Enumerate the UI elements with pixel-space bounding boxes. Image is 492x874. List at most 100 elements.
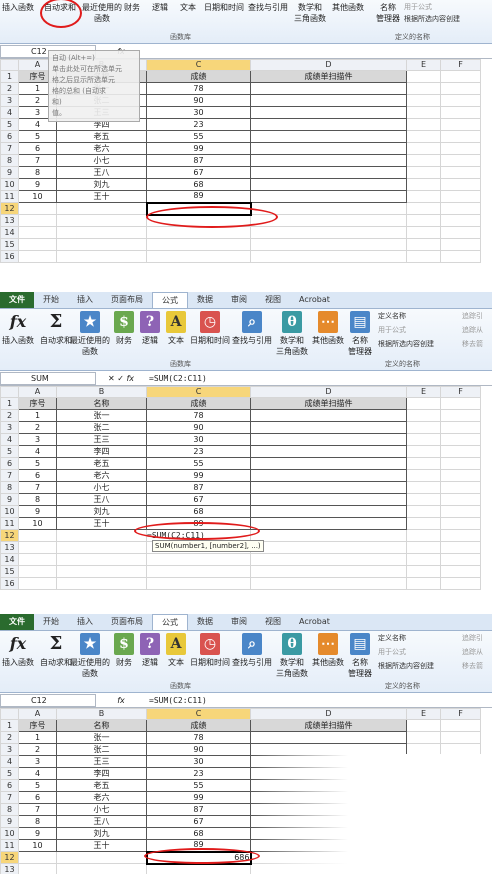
grid-cell[interactable] [250,106,407,119]
grid-cell[interactable] [406,529,441,542]
grid-cell[interactable] [440,493,481,506]
grid-cell[interactable] [440,469,481,482]
row-header[interactable]: 12 [0,529,19,542]
row-header[interactable]: 3 [0,421,19,434]
data-cell[interactable]: 李四 [56,767,147,780]
grid-cell[interactable] [440,166,481,179]
data-cell[interactable]: 78 [146,409,251,422]
row-header[interactable]: 8 [0,803,19,816]
grid-cell[interactable] [406,214,441,227]
grid-cell[interactable] [250,130,407,143]
column-header-D[interactable]: D [250,386,407,398]
recent-functions-button[interactable]: ★ 最近使用的 函数 [70,311,110,357]
tab-1[interactable]: 开始 [34,614,68,630]
datetime-button[interactable]: ◷ 日期和时间 [190,311,230,346]
data-cell[interactable]: 张一 [56,731,147,744]
row-header[interactable]: 10 [0,178,19,191]
header-cell[interactable]: 序号 [18,397,57,410]
row-header[interactable]: 9 [0,493,19,506]
grid-cell[interactable] [406,565,441,578]
grid-cell[interactable] [250,731,407,744]
data-cell[interactable]: 67 [146,166,251,179]
grid-cell[interactable] [440,731,481,744]
header-cell[interactable]: 成绩 [146,719,251,732]
tab-5[interactable]: 数据 [188,614,222,630]
grid-cell[interactable] [406,553,441,566]
grid-cell[interactable] [250,505,407,518]
row-header[interactable]: 7 [0,142,19,155]
grid-cell[interactable] [406,202,441,215]
row-header[interactable]: 6 [0,779,19,792]
grid-cell[interactable] [146,553,251,566]
data-cell[interactable]: 55 [146,457,251,470]
more-functions-button[interactable]: 其他函数 [332,2,364,13]
data-cell[interactable]: 23 [146,767,251,780]
grid-cell[interactable] [440,70,481,83]
header-cell[interactable]: 序号 [18,719,57,732]
grid-cell[interactable] [406,82,441,95]
row-header[interactable]: 4 [0,106,19,119]
grid-cell[interactable] [406,469,441,482]
grid-cell[interactable] [406,250,441,263]
data-cell[interactable]: 7 [18,803,57,816]
grid-cell[interactable] [18,214,57,227]
data-cell[interactable]: 王八 [56,166,147,179]
trace-item-0[interactable]: 追踪引 [462,633,483,644]
data-cell[interactable]: 王三 [56,755,147,768]
data-cell[interactable]: 68 [146,827,251,840]
grid-cell[interactable] [406,719,441,732]
grid-cell[interactable] [440,250,481,263]
grid-cell[interactable] [56,250,147,263]
row-header[interactable]: 6 [0,457,19,470]
grid-cell[interactable] [250,553,407,566]
tab-7[interactable]: 视图 [256,614,290,630]
data-cell[interactable]: 老五 [56,457,147,470]
grid-cell[interactable] [250,82,407,95]
more-functions-button[interactable]: ⋯ 其他函数 [312,633,344,668]
text-button[interactable]: A 文本 [166,633,186,668]
data-cell[interactable]: 老五 [56,130,147,143]
data-cell[interactable]: 90 [146,743,251,756]
data-cell[interactable]: 1 [18,409,57,422]
data-cell[interactable]: 99 [146,791,251,804]
grid-cell[interactable] [56,214,147,227]
data-cell[interactable]: 8 [18,166,57,179]
grid-cell[interactable] [18,541,57,554]
name-box[interactable]: C12 [0,693,96,707]
datetime-button[interactable]: 日期和时间 [204,2,244,13]
grid-cell[interactable] [406,130,441,143]
data-cell[interactable]: 3 [18,755,57,768]
formula-input[interactable]: =SUM(C2:C11) [146,696,207,705]
data-cell[interactable]: 老六 [56,469,147,482]
data-cell[interactable]: 6 [18,142,57,155]
data-cell[interactable]: 小七 [56,803,147,816]
grid-cell[interactable] [440,82,481,95]
row-header[interactable]: 4 [0,433,19,446]
row-header[interactable]: 15 [0,238,19,251]
grid-cell[interactable] [406,238,441,251]
select-all-corner[interactable] [0,59,19,71]
financial-button[interactable]: $ 财务 [114,311,134,346]
grid-cell[interactable] [146,565,251,578]
grid-cell[interactable] [440,445,481,458]
data-cell[interactable]: 张二 [56,421,147,434]
name-manager-button[interactable]: ▤ 名称 管理器 [348,633,372,679]
grid-cell[interactable] [406,421,441,434]
grid-cell[interactable] [406,70,441,83]
grid-cell[interactable] [250,457,407,470]
grid-cell[interactable] [440,553,481,566]
row-header[interactable]: 5 [0,118,19,131]
data-cell[interactable]: 王十 [56,517,147,530]
grid-cell[interactable] [250,154,407,167]
lookup-button[interactable]: 查找与引用 [248,2,288,13]
grid-cell[interactable] [56,529,147,542]
grid-cell[interactable] [406,481,441,494]
row-header[interactable]: 12 [0,851,19,864]
data-cell[interactable]: 78 [146,82,251,95]
row-header[interactable]: 15 [0,565,19,578]
grid-cell[interactable] [406,731,441,744]
grid-cell[interactable] [406,178,441,191]
grid-cell[interactable] [440,529,481,542]
data-cell[interactable]: 23 [146,445,251,458]
grid-cell[interactable] [146,577,251,590]
